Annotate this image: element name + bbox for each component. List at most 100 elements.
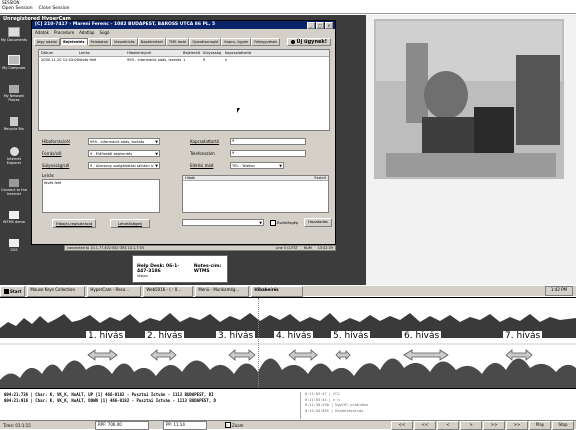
menu-open-session[interactable]: Open Session [2, 6, 33, 11]
crm-tabs: Jegy adatai Bejelentés Feladatok Visszah… [34, 37, 281, 46]
desktop-icon-gss[interactable]: GSS [0, 239, 28, 261]
menu-procedure[interactable]: Procedure [54, 30, 74, 35]
forras-select[interactable]: 9 - Előfizetői bejelentés ▼ [88, 150, 160, 157]
tab-bejelentes[interactable]: Bejelentés [60, 38, 88, 45]
chevron-down-icon[interactable]: ▼ [278, 164, 283, 168]
call-arrow-6 [403, 349, 449, 361]
menu-close-session[interactable]: Close Session [39, 6, 70, 11]
checkbox-icon[interactable]: ✓ [225, 422, 231, 428]
step-back-button[interactable]: < [437, 420, 459, 430]
call-arrow-4 [288, 349, 318, 361]
app-icon [9, 239, 19, 247]
col-datum[interactable]: Dátum [39, 51, 79, 55]
form-label-kapcs: Kapcsolattartó [190, 139, 220, 144]
menu-sugo[interactable]: Súgó [99, 30, 109, 35]
lehetosegek-button[interactable]: Lehetőségek [110, 219, 150, 228]
form-label-telefon: Telefonszám [190, 151, 215, 156]
kapcs-input[interactable]: 9 [230, 138, 306, 145]
session-title: SESSION [2, 0, 20, 5]
col-bejelento[interactable]: Bejelentő [183, 51, 203, 55]
col-hibaleiras[interactable]: Hibaleírás/cél [127, 51, 183, 55]
event-log: 004:21:736 | Char: K, VK_K, NoALT, UP [1… [4, 392, 294, 404]
rewind-fast-button[interactable]: << [391, 420, 413, 430]
taskbar-clock: 1:42 PM [544, 286, 573, 296]
hiba-select[interactable]: 999 - információ adás, lezárás ▼ [88, 138, 160, 145]
desktop-icon-browser[interactable]: Internet Explorer [0, 147, 28, 177]
tab-jegy-adatai[interactable]: Jegy adatai [34, 37, 61, 46]
chevron-down-icon[interactable]: ▼ [258, 221, 263, 225]
pp-field: PP: 11.14 [163, 420, 207, 430]
hibak-panel: Hibák Észlelt [182, 175, 329, 213]
task-menu[interactable]: Menü - Munkamég... [195, 285, 250, 297]
minimize-icon[interactable]: _ [307, 22, 315, 29]
call-arrow-5 [335, 350, 351, 360]
forward-button[interactable]: >> [483, 420, 505, 430]
call-arrow-1 [87, 349, 118, 361]
table-header: Dátum Leírás Hibaleírás/cél Bejelentő Sú… [39, 50, 329, 57]
operator-video-frame [366, 15, 576, 285]
desktop-icon-wtms[interactable]: WTMS demo [0, 211, 28, 237]
app-icon [9, 211, 19, 219]
col-sulyossag[interactable]: Súlyosság [203, 51, 225, 55]
tab-naptarnezet[interactable]: Naptárnézet [137, 37, 166, 46]
taskbar: Start Mouse Keys Collection HyperCam - R… [0, 285, 576, 297]
chevron-down-icon[interactable]: ▼ [154, 140, 159, 144]
helpdesk-vision: Vision [137, 274, 148, 278]
leiras-textarea[interactable]: lövés felé [42, 179, 160, 213]
log-line: 004:21:916 | Char: K, VK_K, NoALT, DOWN … [4, 398, 216, 403]
playback-bar: Time: 01:1:15 RPF: 706.00 PP: 11.14 ✓ Zo… [0, 420, 576, 430]
desktop-icon-connect[interactable]: Connect to the Internet [0, 179, 28, 209]
sulyossag-select[interactable]: 9 - Alacsony szolgáltatási szinten ü... … [88, 162, 160, 169]
desktop-icon-my-documents[interactable]: My Documents [0, 27, 28, 53]
desktop-icon-network[interactable]: My Network Places [0, 85, 28, 115]
tab-visszahivas[interactable]: Visszahívás [110, 37, 138, 46]
task-web5016[interactable]: Web5016 - ( : 0... [143, 285, 194, 297]
table-row[interactable]: 2000.11.20 12:43:06 lövés felé 999 - inf… [39, 57, 329, 63]
eszleles-checkbox[interactable]: Észlelésgép [270, 220, 298, 226]
helpdesk-panel: Help Desk: 06-1-447-3186 Notes-cím: WTMS… [132, 255, 228, 283]
desktop-area: Unregistered HyperCam My Documents My Co… [0, 15, 366, 285]
new-ticket-button[interactable]: Új ügynek! [286, 38, 331, 46]
hozzaadas-button[interactable]: Hozzáadás [304, 218, 332, 227]
tab-tms-lezar[interactable]: TMS lezár [165, 37, 190, 46]
menu-adatlap[interactable]: Adatlap [79, 30, 94, 35]
task-hypercam[interactable]: HyperCam - Reco... [87, 285, 142, 297]
task-mouse-keys[interactable]: Mouse Keys Collection [27, 285, 86, 297]
maximize-icon[interactable]: □ [316, 22, 324, 29]
eszleles-select[interactable]: ▼ [182, 219, 264, 226]
session-menu: Open Session Close Session [2, 6, 69, 11]
close-icon[interactable]: × [325, 22, 333, 29]
col-kapcsolattarto[interactable]: Kapcsolattartó [225, 51, 265, 55]
call-span-arrows [87, 349, 533, 361]
menu-adatok[interactable]: Adatok [35, 30, 49, 35]
checkbox-icon[interactable] [270, 220, 276, 226]
telefon-input[interactable]: 9 [230, 150, 306, 157]
play-button[interactable]: Play [529, 420, 551, 430]
col-leiras[interactable]: Leírás [79, 51, 127, 55]
desktop-icons: My Documents My Computer My Network Plac… [0, 25, 28, 261]
zoom-checkbox[interactable]: ✓ Zoom [225, 422, 244, 428]
forward-fast-button[interactable]: >> [506, 420, 528, 430]
eleres-select[interactable]: TEL - Telefon ▼ [230, 162, 284, 169]
call-arrow-3 [228, 349, 256, 361]
desktop-icon-my-computer[interactable]: My Computer [0, 55, 28, 83]
tab-operatornaplo[interactable]: Operátornapló [189, 37, 222, 46]
desktop-icon-recycle-bin[interactable]: Recycle Bin [0, 117, 28, 145]
network-icon [9, 85, 19, 93]
form-label-sulyossag: Súlyosság/cél [42, 163, 70, 168]
chevron-down-icon[interactable]: ▼ [154, 152, 159, 156]
task-hibabeiras[interactable]: Hibabeírés [251, 285, 304, 297]
hibak-header: Hibák Észlelt [183, 176, 328, 181]
stop-button[interactable]: Stop [552, 420, 574, 430]
tab-feljegyzesek[interactable]: Feljegyzések [251, 37, 281, 46]
tab-kapcs-ugyek[interactable]: Kapcs. ügyek [221, 37, 252, 46]
tab-feladatok[interactable]: Feladatok [87, 37, 111, 46]
chevron-down-icon[interactable]: ▼ [154, 164, 159, 168]
hibajel-button[interactable]: Hibajel-regisztráció [52, 219, 96, 228]
step-forward-button[interactable]: > [460, 420, 482, 430]
crm-status-bar: connected to 10.1.77.402:002 ORS 10.1.7:… [64, 245, 336, 251]
windows-logo-icon [4, 288, 9, 294]
rewind-button[interactable]: << [414, 420, 436, 430]
start-button[interactable]: Start [0, 285, 26, 297]
helpdesk-line: Help Desk: 06-1-447-3186 Notes-cím: WTMS [137, 264, 222, 274]
